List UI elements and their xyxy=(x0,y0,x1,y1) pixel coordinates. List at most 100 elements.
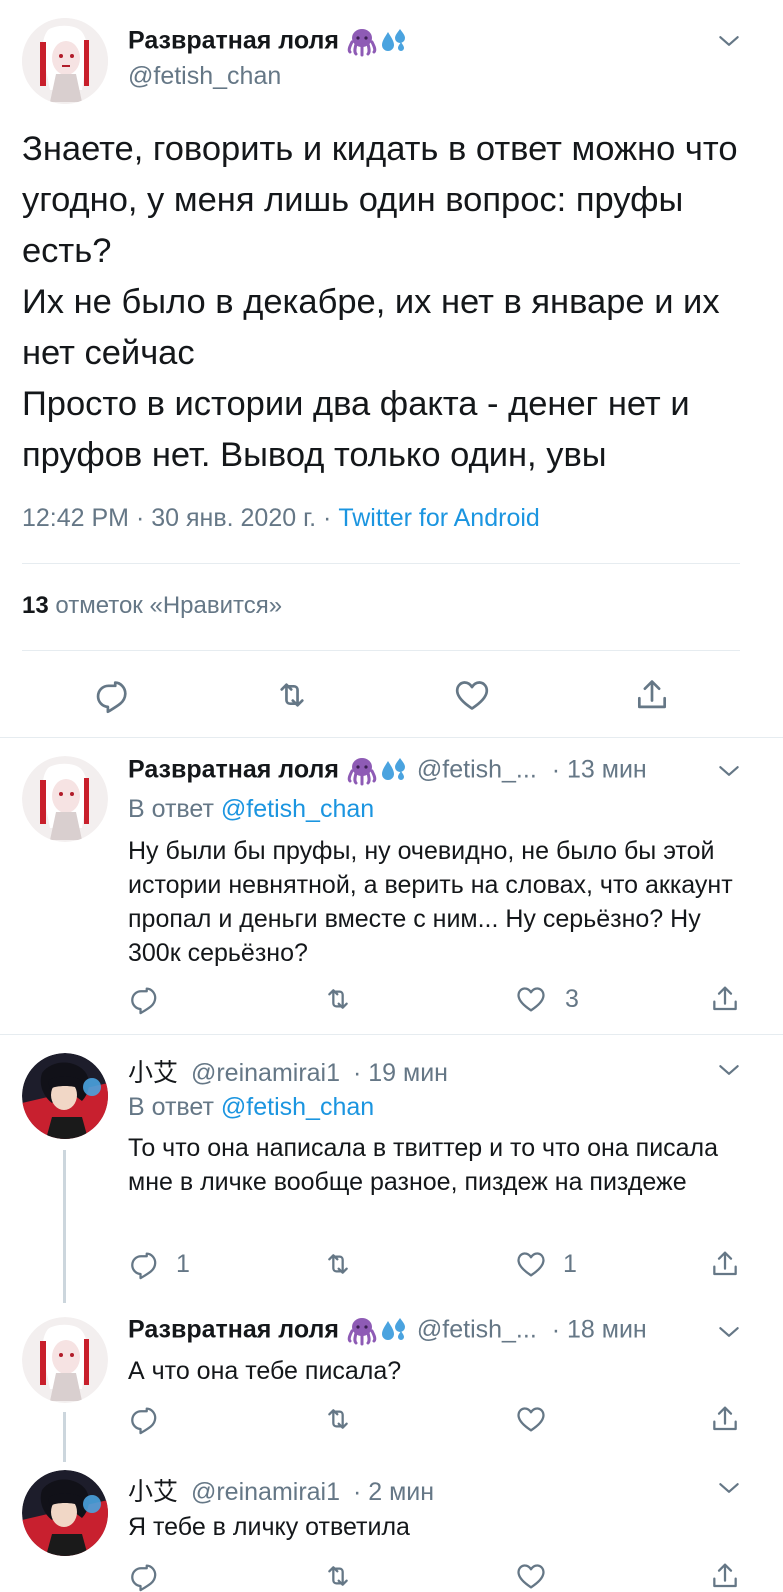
share-icon xyxy=(709,1248,741,1280)
chevron-down-icon[interactable] xyxy=(716,1319,742,1345)
author-name[interactable]: 小艾 xyxy=(128,1059,178,1087)
reply-text: Я тебе в личку ответила xyxy=(128,1513,410,1541)
retweet-button[interactable] xyxy=(322,1403,354,1435)
reply-icon xyxy=(93,676,131,714)
like-icon xyxy=(515,1248,547,1280)
thread-line xyxy=(63,1150,66,1303)
retweet-button[interactable] xyxy=(273,676,311,714)
reply-time[interactable]: 18 мин xyxy=(567,1316,647,1344)
octopus-emoji xyxy=(346,755,378,787)
reply-text: А что она тебе писала? xyxy=(128,1357,402,1385)
share-icon xyxy=(709,1403,741,1435)
retweet-button[interactable] xyxy=(322,983,354,1015)
author-name[interactable]: 小艾 xyxy=(128,1478,178,1506)
reply-icon xyxy=(128,1403,160,1435)
reply-button[interactable] xyxy=(93,676,131,714)
share-button[interactable] xyxy=(709,983,741,1015)
reply-icon xyxy=(128,1248,160,1280)
like-icon xyxy=(515,983,547,1015)
tweet-source[interactable]: Twitter for Android xyxy=(338,504,539,532)
dot-separator: · xyxy=(352,1478,362,1506)
retweet-icon xyxy=(322,1560,354,1592)
like-button[interactable] xyxy=(515,1248,547,1280)
like-button[interactable] xyxy=(515,983,547,1015)
author-handle[interactable]: @fetish_... xyxy=(417,756,537,784)
reply-to-prefix: В ответ xyxy=(128,1093,214,1121)
share-icon xyxy=(709,1560,741,1592)
tweet-date[interactable]: 30 янв. 2020 г. xyxy=(151,504,316,532)
sweat-drops-emoji xyxy=(378,755,410,787)
dot-separator: · xyxy=(135,504,145,532)
thread-line xyxy=(63,1412,66,1462)
divider xyxy=(22,563,740,564)
likes-label: отметок «Нравится» xyxy=(55,592,283,619)
like-icon xyxy=(515,1403,547,1435)
like-button[interactable] xyxy=(515,1560,547,1592)
reply-button[interactable] xyxy=(128,1403,160,1435)
like-icon xyxy=(515,1560,547,1592)
reply-to-handle[interactable]: @fetish_chan xyxy=(221,795,374,823)
sweat-drops-emoji xyxy=(378,1315,410,1347)
share-icon xyxy=(633,676,671,714)
reply-text: Ну были бы пруфы, ну очевидно, не было б… xyxy=(128,837,733,967)
avatar-fetish-chan[interactable] xyxy=(22,756,108,842)
author-name[interactable]: Развратная лоля xyxy=(128,1316,339,1344)
like-icon xyxy=(453,676,491,714)
retweet-button[interactable] xyxy=(322,1248,354,1280)
likes-summary[interactable]: 13 отметок «Нравится» xyxy=(22,592,282,620)
author-handle[interactable]: @fetish_... xyxy=(417,1316,537,1344)
share-button[interactable] xyxy=(709,1403,741,1435)
avatar-reinamirai1[interactable] xyxy=(22,1053,108,1139)
retweet-icon xyxy=(322,1248,354,1280)
reply-to-handle[interactable]: @fetish_chan xyxy=(221,1093,374,1121)
share-button[interactable] xyxy=(709,1248,741,1280)
reply-to-prefix: В ответ xyxy=(128,795,214,823)
tweet-time[interactable]: 12:42 PM xyxy=(22,504,129,532)
section-divider xyxy=(0,737,783,738)
section-divider xyxy=(0,1034,783,1035)
reply-button[interactable] xyxy=(128,983,160,1015)
author-handle[interactable]: @reinamirai1 xyxy=(191,1478,340,1506)
reply-icon xyxy=(128,1560,160,1592)
reply-text: То что она написала в твиттер и то что о… xyxy=(128,1134,719,1196)
author-handle[interactable]: @reinamirai1 xyxy=(191,1059,340,1087)
share-icon xyxy=(709,983,741,1015)
reply-button[interactable] xyxy=(128,1248,160,1280)
chevron-down-icon[interactable] xyxy=(716,1475,742,1501)
avatar-fetish-chan[interactable] xyxy=(22,18,108,104)
sweat-drops-emoji xyxy=(378,26,410,58)
divider xyxy=(22,650,740,651)
dot-separator: · xyxy=(551,1315,561,1344)
chevron-down-icon[interactable] xyxy=(716,758,742,784)
dot-separator: · xyxy=(551,755,561,784)
author-name[interactable]: Развратная лоля xyxy=(128,27,339,55)
like-button[interactable] xyxy=(515,1403,547,1435)
like-count: 1 xyxy=(563,1250,577,1278)
share-button[interactable] xyxy=(709,1560,741,1592)
share-button[interactable] xyxy=(633,676,671,714)
like-button[interactable] xyxy=(453,676,491,714)
chevron-down-icon[interactable] xyxy=(716,1057,742,1083)
retweet-icon xyxy=(273,676,311,714)
retweet-icon xyxy=(322,983,354,1015)
avatar-fetish-chan[interactable] xyxy=(22,1317,108,1403)
reply-button[interactable] xyxy=(128,1560,160,1592)
reply-time[interactable]: 13 мин xyxy=(567,756,647,784)
tweet-text: Знаете, говорить и кидать в ответ можно … xyxy=(22,130,738,474)
likes-count: 13 xyxy=(22,592,49,619)
octopus-emoji xyxy=(346,26,378,58)
octopus-emoji xyxy=(346,1315,378,1347)
retweet-icon xyxy=(322,1403,354,1435)
chevron-down-icon[interactable] xyxy=(716,28,742,54)
reply-time[interactable]: 2 мин xyxy=(368,1478,434,1506)
avatar-reinamirai1[interactable] xyxy=(22,1470,108,1556)
retweet-button[interactable] xyxy=(322,1560,354,1592)
dot-separator: · xyxy=(352,1059,362,1087)
author-handle[interactable]: @fetish_chan xyxy=(128,62,281,91)
like-count: 3 xyxy=(565,985,579,1013)
dot-separator: · xyxy=(323,504,332,532)
reply-count: 1 xyxy=(176,1250,190,1278)
author-name[interactable]: Развратная лоля xyxy=(128,756,339,784)
reply-time[interactable]: 19 мин xyxy=(368,1059,448,1087)
reply-icon xyxy=(128,983,160,1015)
